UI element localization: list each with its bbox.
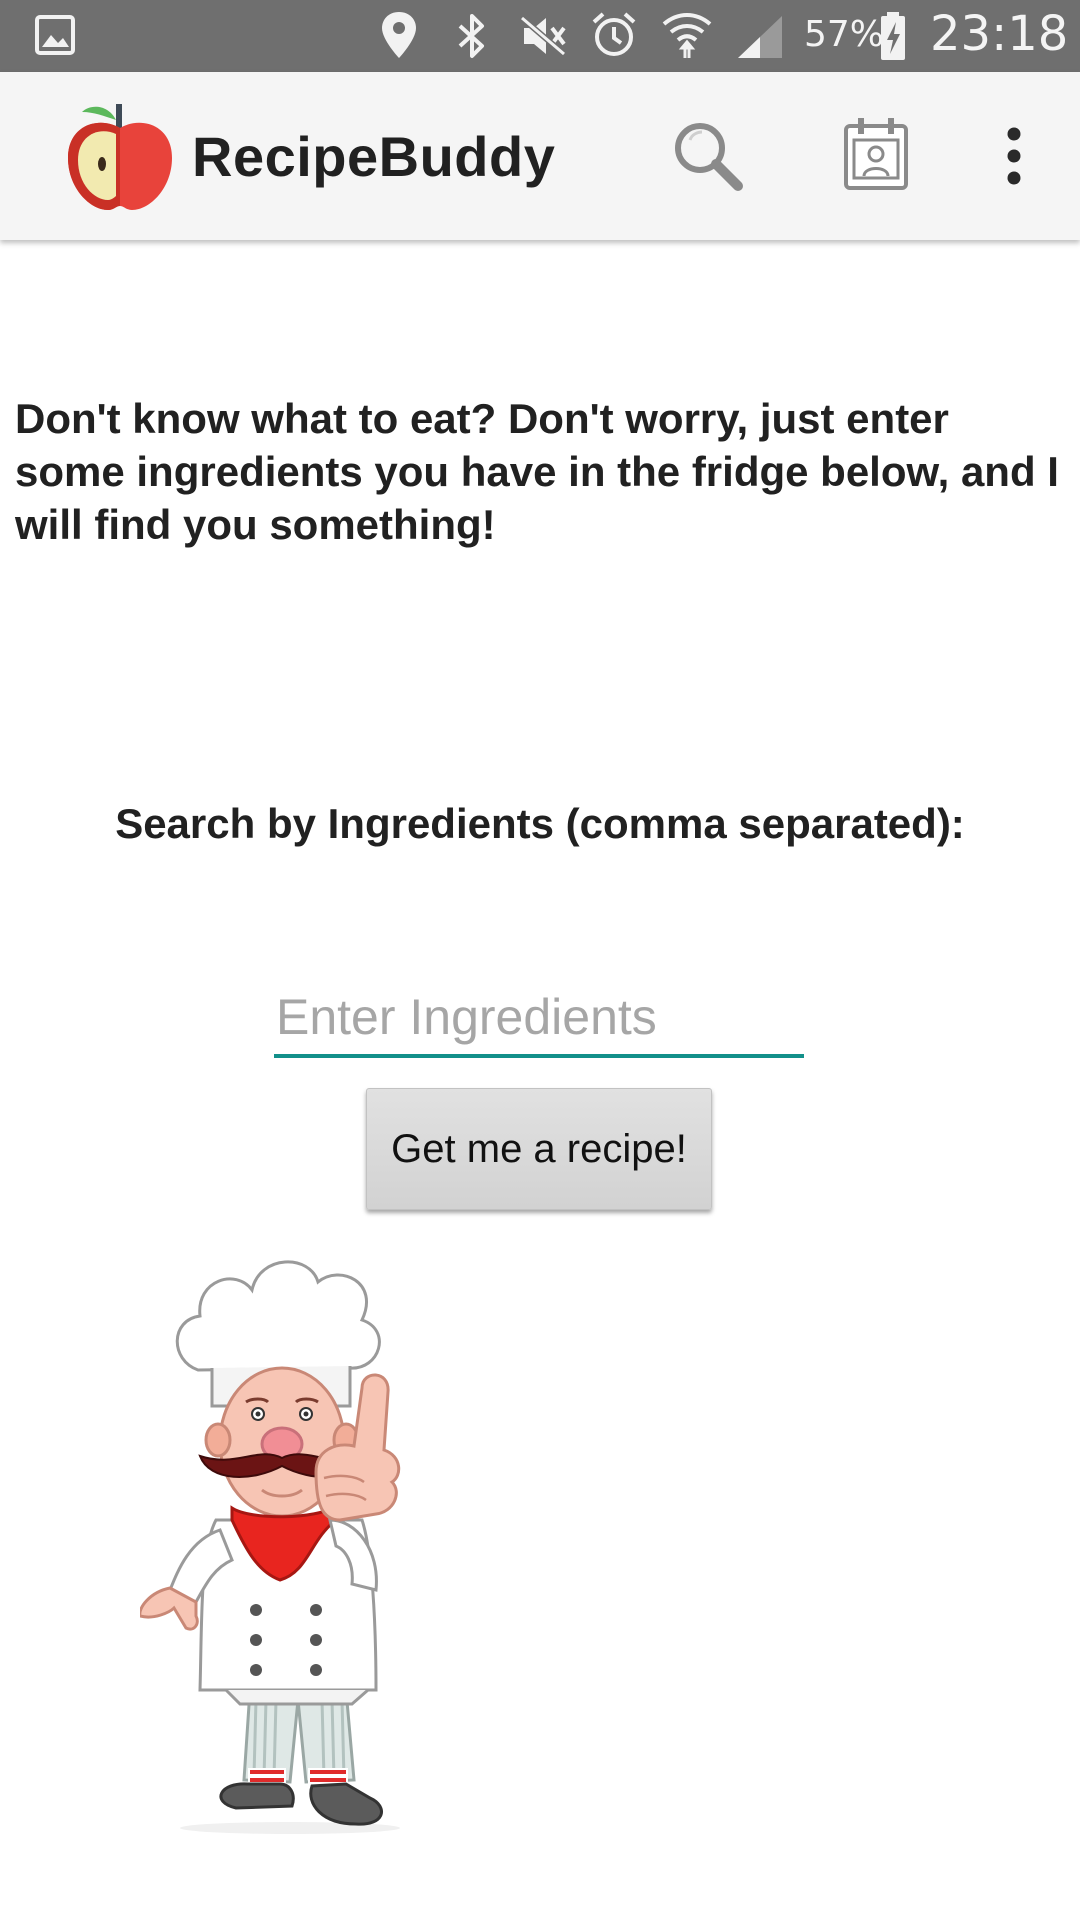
bluetooth-icon (458, 14, 484, 58)
app-bar: RecipeBuddy (0, 72, 1080, 240)
search-icon[interactable] (668, 116, 748, 196)
location-icon (382, 12, 416, 58)
overflow-menu-icon[interactable] (996, 124, 1032, 188)
signal-icon (738, 16, 782, 58)
clock: 23:18 (930, 6, 1069, 62)
battery-charging-icon (881, 12, 905, 60)
mute-icon (520, 15, 566, 57)
intro-text: Don't know what to eat? Don't worry, jus… (15, 395, 1059, 548)
apple-icon (68, 104, 172, 210)
get-recipe-button[interactable]: Get me a recipe! (366, 1088, 712, 1210)
calendar-icon[interactable] (842, 116, 910, 192)
gallery-icon (35, 15, 75, 55)
ingredients-input[interactable] (274, 980, 804, 1058)
status-bar: 57% 23:18 (0, 0, 1080, 72)
wifi-icon (662, 13, 712, 58)
search-label: Search by Ingredients (comma separated): (115, 800, 965, 847)
battery-level: 57% (804, 14, 885, 55)
app-title: RecipeBuddy (192, 125, 556, 188)
app-screen: 57% 23:18 RecipeBuddy Don't know what to… (0, 0, 1080, 1920)
chef-illustration (140, 1260, 401, 1834)
alarm-icon (592, 12, 636, 56)
